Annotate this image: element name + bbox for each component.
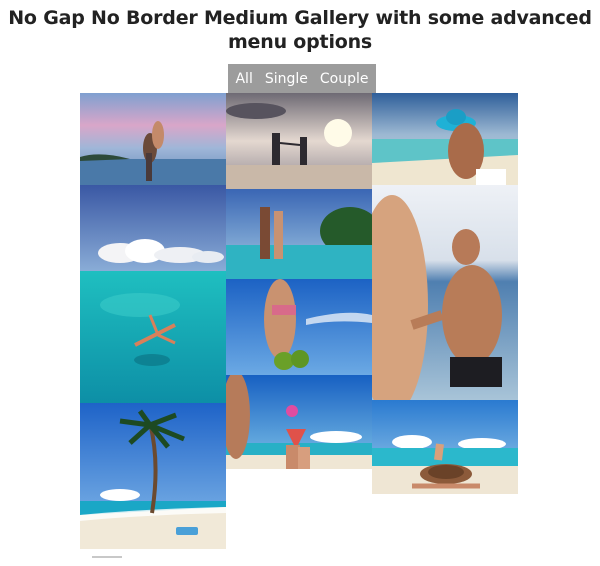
gallery-photo-couple-kissing[interactable]	[226, 189, 372, 279]
filter-all-button[interactable]: All	[235, 71, 252, 87]
gallery-photo-couple-lifting[interactable]	[80, 93, 226, 185]
filter-menu: All Single Couple	[228, 64, 376, 93]
gallery-photo-couple-sunset[interactable]	[226, 93, 372, 189]
gallery-photo-man-reaching[interactable]	[372, 185, 518, 400]
gallery-photo-cocktail[interactable]	[226, 375, 372, 469]
gallery-photo-couple-blue-hat[interactable]	[372, 93, 518, 185]
gallery-title: No Gap No Border Medium Gallery with som…	[8, 7, 592, 53]
gallery-photo-lagoon-swimmer[interactable]	[80, 185, 226, 403]
gallery-photo-coconuts[interactable]	[226, 279, 372, 375]
filter-single-button[interactable]: Single	[265, 71, 308, 87]
footer-fragment	[82, 548, 142, 558]
gallery-photo-palm-beach[interactable]	[80, 403, 226, 549]
filter-couple-button[interactable]: Couple	[320, 71, 369, 87]
gallery-photo-sunhat[interactable]	[372, 400, 518, 494]
